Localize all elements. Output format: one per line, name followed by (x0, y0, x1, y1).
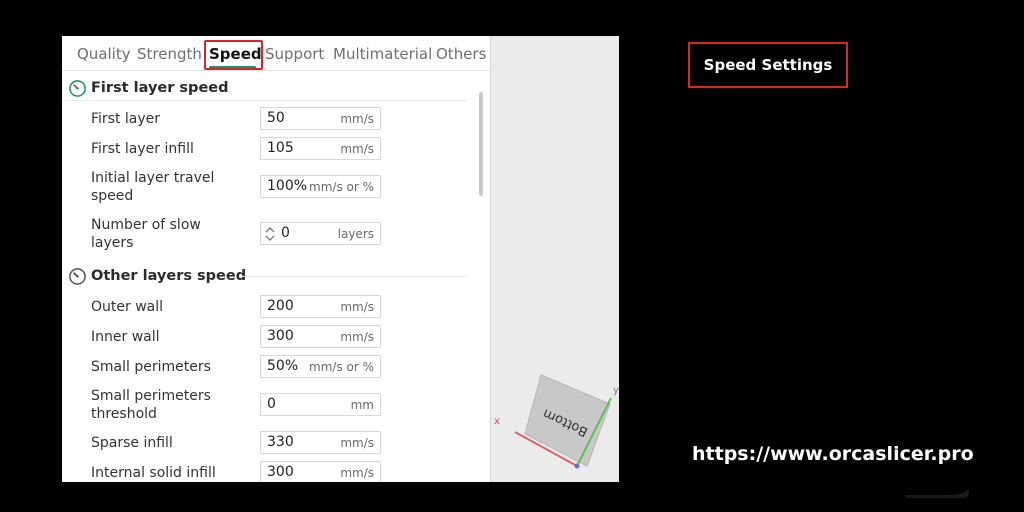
field-value: 105 (267, 140, 294, 156)
first-layer-speed-field[interactable]: 50 mm/s (260, 107, 381, 130)
slow-layers-stepper[interactable]: 0 layers (260, 222, 381, 245)
field-value: 100% (267, 178, 308, 194)
callout-label: Speed Settings (703, 56, 833, 74)
tab-strength[interactable]: Strength (137, 45, 202, 63)
field-unit: mm/s (340, 142, 374, 156)
row-label-internal-solid-infill: Internal solid infill (91, 465, 216, 481)
section-divider (240, 276, 468, 277)
field-value: 330 (267, 434, 294, 450)
small-perimeters-threshold-field[interactable]: 0 mm (260, 393, 381, 416)
tab-quality[interactable]: Quality (77, 45, 131, 63)
section-title: First layer speed (91, 80, 229, 96)
stepper-arrows-icon[interactable] (264, 224, 276, 244)
tab-multimaterial[interactable]: Multimaterial (333, 45, 432, 63)
speedometer-icon (69, 267, 86, 285)
field-unit: mm/s (340, 330, 374, 344)
field-value: 0 (281, 225, 290, 241)
field-unit: layers (337, 227, 374, 241)
field-unit: mm/s (340, 436, 374, 450)
field-unit: mm (350, 398, 374, 412)
first-layer-infill-field[interactable]: 105 mm/s (260, 137, 381, 160)
field-unit: mm/s (340, 112, 374, 126)
field-value: 50 (267, 110, 285, 126)
decorative-shape (906, 489, 970, 498)
settings-panel: Quality Strength Speed Support Multimate… (62, 36, 490, 482)
footer-url[interactable]: https://www.orcaslicer.pro (692, 443, 974, 465)
panel-scrollbar[interactable] (479, 92, 483, 196)
other-layers-speed-header: Other layers speed (68, 265, 246, 287)
view-cube[interactable]: Bottom x y (491, 36, 619, 482)
row-label-inner-wall: Inner wall (91, 329, 160, 345)
field-value: 50% (267, 358, 299, 374)
field-value: 300 (267, 328, 294, 344)
field-unit: mm/s (340, 300, 374, 314)
field-value: 200 (267, 298, 294, 314)
row-label-first-layer: First layer (91, 111, 161, 127)
field-value: 0 (267, 396, 276, 412)
settings-tabs: Quality Strength Speed Support Multimate… (62, 36, 490, 71)
speed-tab-highlight (204, 40, 263, 70)
view-cube-graphic: Bottom (514, 374, 612, 469)
first-layer-speed-header: First layer speed (68, 77, 229, 99)
row-label-first-layer-infill: First layer infill (91, 141, 194, 157)
sparse-infill-speed-field[interactable]: 330 mm/s (260, 431, 381, 454)
speedometer-icon (69, 79, 86, 97)
outer-wall-speed-field[interactable]: 200 mm/s (260, 295, 381, 318)
row-label-small-perimeters: Small perimeters (91, 359, 211, 375)
tab-others[interactable]: Others (436, 45, 486, 63)
field-value: 300 (267, 464, 294, 480)
small-perimeters-field[interactable]: 50% mm/s or % (260, 355, 381, 378)
axis-x-label: x (494, 416, 500, 427)
row-label-sparse-infill: Sparse infill (91, 435, 173, 451)
row-label-slow-layers: Number of slow layers (91, 217, 201, 251)
row-label-outer-wall: Outer wall (91, 299, 164, 315)
tab-support[interactable]: Support (265, 45, 324, 63)
3d-viewport[interactable]: Bottom x y (490, 36, 619, 482)
section-title: Other layers speed (91, 268, 247, 284)
section-divider (62, 100, 467, 101)
field-unit: mm/s (340, 466, 374, 480)
internal-solid-infill-field[interactable]: 300 mm/s (260, 461, 381, 482)
inner-wall-speed-field[interactable]: 300 mm/s (260, 325, 381, 348)
row-label-initial-layer-travel: Initial layer travel speed (91, 170, 215, 204)
row-label-small-perimeters-threshold: Small perimeters threshold (91, 388, 211, 422)
field-unit: mm/s or % (309, 180, 374, 194)
axis-y-label: y (613, 385, 619, 396)
initial-layer-travel-field[interactable]: 100% mm/s or % (260, 175, 381, 198)
speed-settings-callout: Speed Settings (688, 42, 848, 88)
field-unit: mm/s or % (309, 360, 374, 374)
